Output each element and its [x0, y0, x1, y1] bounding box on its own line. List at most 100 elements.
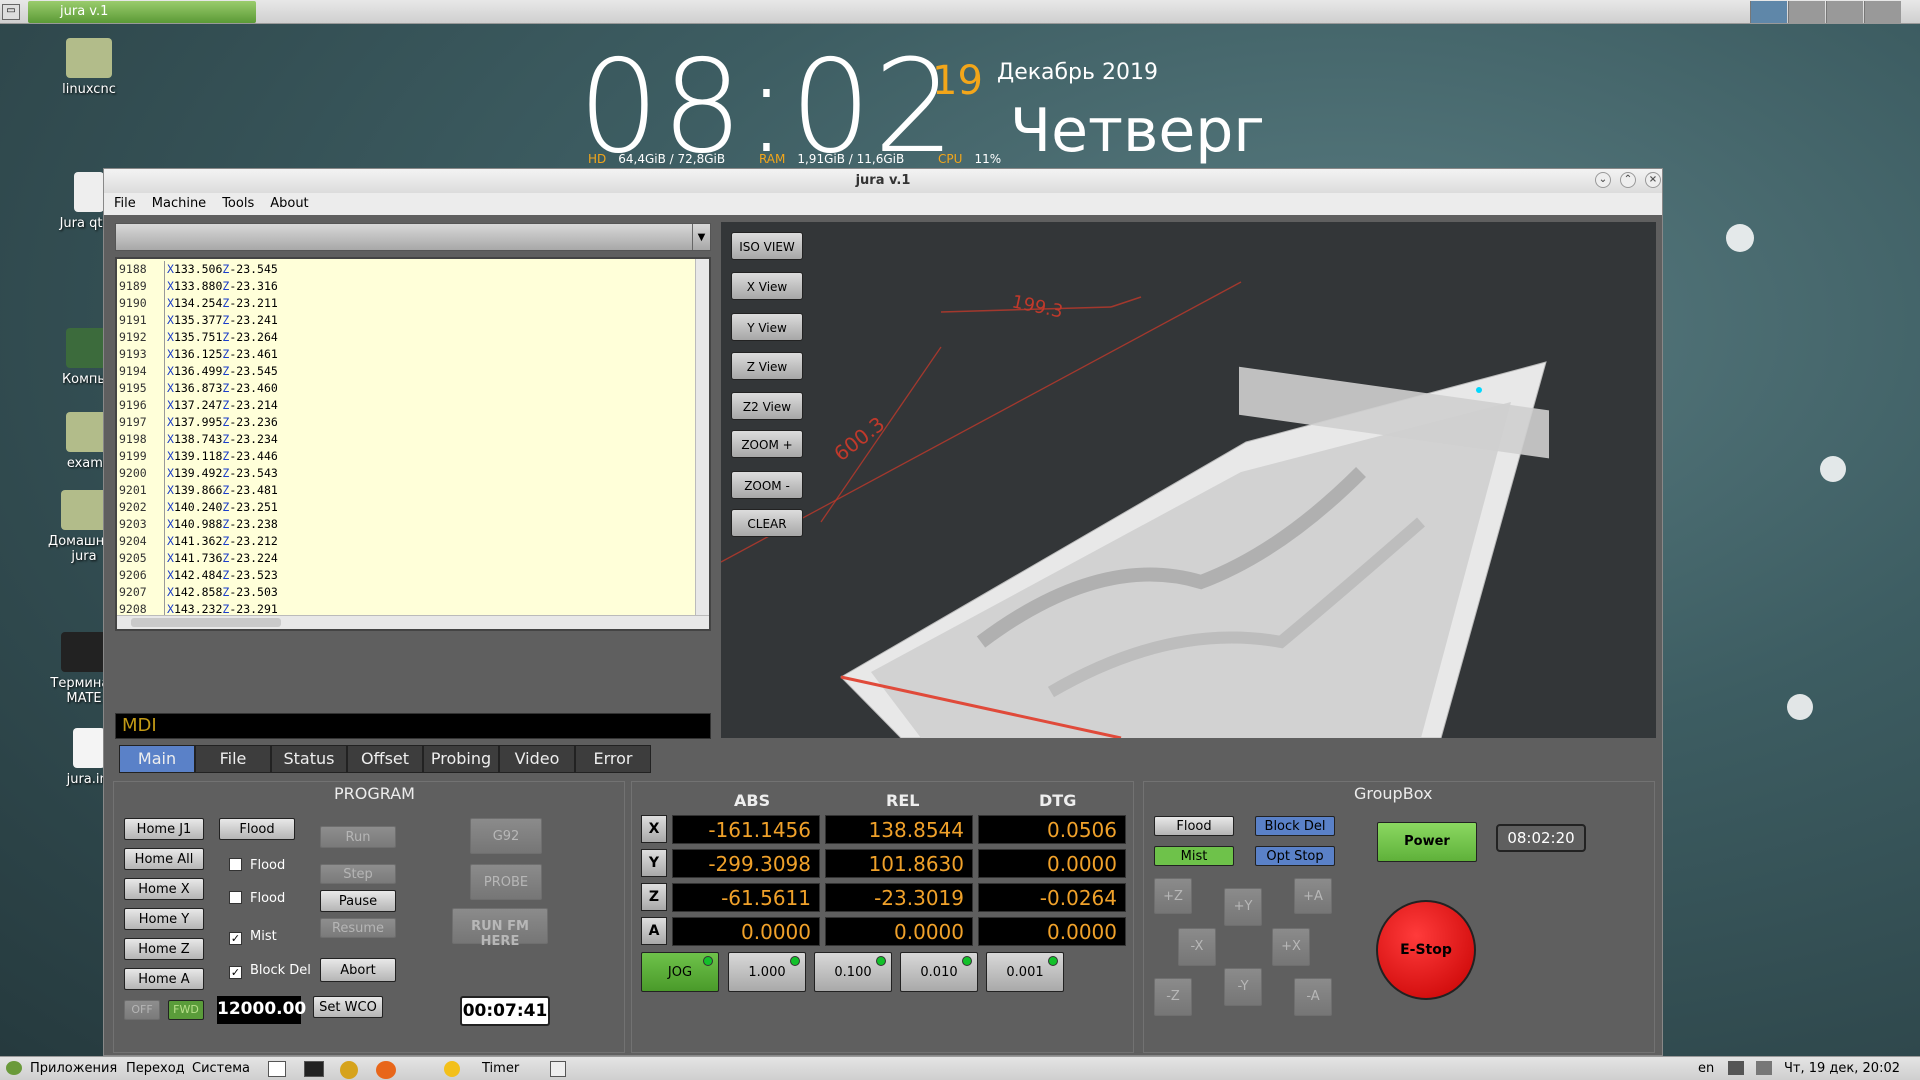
zoom-out-button[interactable]: ZOOM -	[731, 471, 803, 499]
home-x-button[interactable]: Home X	[124, 878, 204, 900]
tab-video[interactable]: Video	[499, 745, 575, 773]
menu-machine[interactable]: Machine	[142, 193, 212, 211]
estop-button[interactable]: E-Stop	[1376, 900, 1476, 1000]
checkbox-box[interactable]	[229, 891, 242, 904]
workspace-2[interactable]	[1788, 1, 1825, 23]
gcode-line[interactable]: 9193 X136.125Z-23.461	[119, 346, 278, 363]
gcode-line[interactable]: 9194 X136.499Z-23.545	[119, 363, 278, 380]
jog-plus-x-button[interactable]: +X	[1272, 928, 1310, 966]
clear-button[interactable]: CLEAR	[731, 509, 803, 537]
checkbox-box[interactable]	[229, 858, 242, 871]
gcode-line[interactable]: 9188 X133.506Z-23.545	[119, 261, 278, 278]
show-desktop-icon[interactable]: ▭	[2, 4, 20, 20]
tab-main[interactable]: Main	[119, 745, 195, 773]
spindle-off-button[interactable]: OFF	[124, 1000, 160, 1020]
checkmark-icon[interactable]: ✓	[229, 932, 242, 945]
set-wco-button[interactable]: Set WCO	[313, 996, 383, 1018]
gcode-line[interactable]: 9191 X135.377Z-23.241	[119, 312, 278, 329]
run-from-here-button[interactable]: RUN FM HERE	[452, 908, 548, 949]
workspace-1[interactable]	[1750, 1, 1787, 23]
vertical-scrollbar[interactable]	[695, 259, 709, 629]
jog-minus-a-button[interactable]: -A	[1294, 978, 1332, 1016]
pause-button[interactable]: Pause	[320, 890, 396, 912]
menu-tools[interactable]: Tools	[212, 193, 260, 211]
system-menu[interactable]: Система	[192, 1061, 250, 1076]
jog-step-0010-button[interactable]: 0.010	[900, 952, 978, 992]
gcode-line[interactable]: 9198 X138.743Z-23.234	[119, 431, 278, 448]
resume-button[interactable]: Resume	[320, 918, 396, 938]
checkmark-icon[interactable]: ✓	[229, 966, 242, 979]
text-editor-icon[interactable]	[268, 1061, 286, 1077]
close-icon[interactable]: ×	[1645, 172, 1661, 188]
workspace-4[interactable]	[1864, 1, 1901, 23]
flood-toggle-button[interactable]: Flood	[1154, 816, 1234, 836]
gcode-line[interactable]: 9202 X140.240Z-23.251	[119, 499, 278, 516]
penguin-icon[interactable]	[340, 1061, 358, 1079]
home-y-button[interactable]: Home Y	[124, 908, 204, 930]
z2-view-button[interactable]: Z2 View	[731, 392, 803, 420]
gcode-line[interactable]: 9196 X137.247Z-23.214	[119, 397, 278, 414]
scrollbar-thumb[interactable]	[131, 618, 281, 627]
tab-probing[interactable]: Probing	[423, 745, 499, 773]
step-button[interactable]: Step	[320, 864, 396, 884]
jog-minus-x-button[interactable]: -X	[1178, 928, 1216, 966]
gcode-line[interactable]: 9199 X139.118Z-23.446	[119, 448, 278, 465]
tab-status[interactable]: Status	[271, 745, 347, 773]
places-menu[interactable]: Переход	[126, 1061, 185, 1076]
gcode-viewer[interactable]: 9188 X133.506Z-23.545 9189 X133.880Z-23.316…	[115, 257, 711, 631]
network-icon[interactable]	[1728, 1061, 1744, 1075]
jog-step-0100-button[interactable]: 0.100	[814, 952, 892, 992]
maximize-icon[interactable]: ⌃	[1620, 172, 1636, 188]
gcode-line[interactable]: 9205 X141.736Z-23.224	[119, 550, 278, 567]
menu-file[interactable]: File	[104, 193, 142, 211]
mdi-input[interactable]: MDI	[115, 713, 711, 739]
z-view-button[interactable]: Z View	[731, 352, 803, 380]
gcode-line[interactable]: 9206 X142.484Z-23.523	[119, 567, 278, 584]
taskbar-window-button[interactable]: jura v.1	[28, 1, 256, 23]
gcode-line[interactable]: 9204 X141.362Z-23.212	[119, 533, 278, 550]
terminal-launcher-icon[interactable]	[304, 1061, 324, 1077]
applications-menu[interactable]: Приложения	[30, 1061, 117, 1076]
minimize-icon[interactable]: ⌄	[1595, 172, 1611, 188]
jog-step-0001-button[interactable]: 0.001	[986, 952, 1064, 992]
timer-icon[interactable]	[444, 1061, 460, 1077]
file-combobox[interactable]: ▼	[115, 223, 711, 251]
jog-plus-z-button[interactable]: +Z	[1154, 878, 1192, 914]
power-button[interactable]: Power	[1377, 822, 1477, 862]
gcode-line[interactable]: 9197 X137.995Z-23.236	[119, 414, 278, 431]
axis-z-button[interactable]: Z	[641, 883, 667, 911]
mist-toggle-button[interactable]: Mist	[1154, 846, 1234, 866]
home-a-button[interactable]: Home A	[124, 968, 204, 990]
desktop-icon-linuxcnc[interactable]: linuxcnc	[34, 38, 144, 97]
g92-button[interactable]: G92	[470, 818, 542, 854]
keyboard-layout[interactable]: en	[1698, 1061, 1714, 1076]
menu-logo-icon[interactable]	[6, 1061, 22, 1075]
axis-y-button[interactable]: Y	[641, 849, 667, 877]
abort-button[interactable]: Abort	[320, 958, 396, 982]
jog-minus-y-button[interactable]: -Y	[1224, 968, 1262, 1006]
axis-x-button[interactable]: X	[641, 815, 667, 843]
gcode-line[interactable]: 9190 X134.254Z-23.211	[119, 295, 278, 312]
home-z-button[interactable]: Home Z	[124, 938, 204, 960]
chevron-down-icon[interactable]: ▼	[692, 224, 710, 250]
datetime[interactable]: Чт, 19 дек, 20:02	[1784, 1061, 1900, 1076]
tab-error[interactable]: Error	[575, 745, 651, 773]
flood-checkbox-2[interactable]: Flood	[229, 891, 285, 906]
jog-step-1000-button[interactable]: 1.000	[728, 952, 806, 992]
spindle-fwd-button[interactable]: FWD	[168, 1000, 204, 1020]
home-all-button[interactable]: Home All	[124, 848, 204, 870]
block-del-checkbox[interactable]: ✓ Block Del	[229, 963, 311, 979]
axis-a-button[interactable]: A	[641, 917, 667, 945]
gcode-line[interactable]: 9203 X140.988Z-23.238	[119, 516, 278, 533]
gcode-line[interactable]: 9207 X142.858Z-23.503	[119, 584, 278, 601]
gcode-line[interactable]: 9201 X139.866Z-23.481	[119, 482, 278, 499]
iso-view-button[interactable]: ISO VIEW	[731, 232, 803, 260]
gcode-line[interactable]: 9200 X139.492Z-23.543	[119, 465, 278, 482]
jog-plus-y-button[interactable]: +Y	[1224, 888, 1262, 926]
zoom-in-button[interactable]: ZOOM +	[731, 430, 803, 458]
tab-file[interactable]: File	[195, 745, 271, 773]
workspace-3[interactable]	[1826, 1, 1863, 23]
gcode-line[interactable]: 9192 X135.751Z-23.264	[119, 329, 278, 346]
gcode-line[interactable]: 9189 X133.880Z-23.316	[119, 278, 278, 295]
probe-button[interactable]: PROBE	[470, 864, 542, 900]
